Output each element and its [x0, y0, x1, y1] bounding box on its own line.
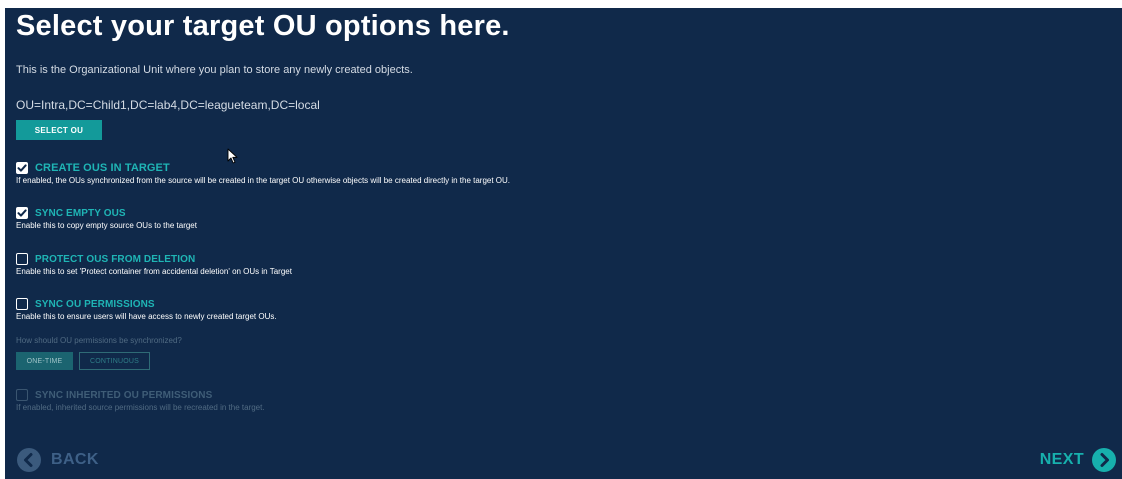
- protect-ous-checkbox[interactable]: [16, 253, 28, 265]
- chevron-right-circle-icon: [1092, 448, 1116, 472]
- wizard-panel: Select your target OU options here. This…: [5, 8, 1122, 479]
- next-button[interactable]: NEXT: [1040, 448, 1116, 472]
- checkmark-icon: [17, 164, 27, 172]
- back-button[interactable]: BACK: [17, 448, 99, 472]
- sync-inherited-label: SYNC INHERITED OU PERMISSIONS: [35, 389, 213, 401]
- select-ou-button[interactable]: SELECT OU: [16, 120, 102, 140]
- permissions-sync-question: How should OU permissions be synchronize…: [16, 336, 182, 345]
- checkmark-icon: [17, 209, 27, 217]
- next-label: NEXT: [1039, 451, 1084, 468]
- chevron-left-circle-icon: [17, 448, 41, 472]
- sync-empty-ous-description: Enable this to copy empty source OUs to …: [16, 221, 197, 230]
- sync-ou-permissions-label: SYNC OU PERMISSIONS: [35, 298, 155, 310]
- sync-inherited-description: If enabled, inherited source permissions…: [16, 403, 265, 412]
- option-sync-inherited-ou-permissions: SYNC INHERITED OU PERMISSIONS If enabled…: [16, 388, 265, 412]
- option-create-ous-in-target: CREATE OUS IN TARGET If enabled, the OUs…: [16, 161, 510, 185]
- create-ous-label: CREATE OUS IN TARGET: [35, 162, 170, 174]
- option-sync-ou-permissions: SYNC OU PERMISSIONS Enable this to ensur…: [16, 297, 277, 321]
- sync-empty-ous-label: SYNC EMPTY OUS: [35, 207, 126, 219]
- create-ous-description: If enabled, the OUs synchronized from th…: [16, 176, 511, 185]
- sync-ou-permissions-checkbox[interactable]: [16, 298, 28, 310]
- option-protect-ous-from-deletion: PROTECT OUS FROM DELETION Enable this to…: [16, 252, 292, 276]
- sync-ou-permissions-description: Enable this to ensure users will have ac…: [16, 312, 277, 321]
- page-title: Select your target OU options here.: [16, 10, 510, 42]
- mouse-pointer-icon: [227, 148, 238, 164]
- page-subtitle: This is the Organizational Unit where yo…: [16, 64, 413, 76]
- back-label: BACK: [51, 451, 99, 468]
- create-ous-checkbox[interactable]: [16, 162, 28, 174]
- target-ou-path: OU=Intra,DC=Child1,DC=lab4,DC=leagueteam…: [16, 98, 320, 112]
- sync-inherited-checkbox[interactable]: [16, 389, 28, 401]
- sync-empty-ous-checkbox[interactable]: [16, 207, 28, 219]
- option-sync-empty-ous: SYNC EMPTY OUS Enable this to copy empty…: [16, 206, 197, 230]
- protect-ous-description: Enable this to set 'Protect container fr…: [16, 267, 292, 276]
- one-time-mode-button[interactable]: ONE-TIME: [16, 352, 73, 370]
- continuous-mode-button[interactable]: CONTINUOUS: [79, 352, 150, 370]
- protect-ous-label: PROTECT OUS FROM DELETION: [35, 253, 196, 265]
